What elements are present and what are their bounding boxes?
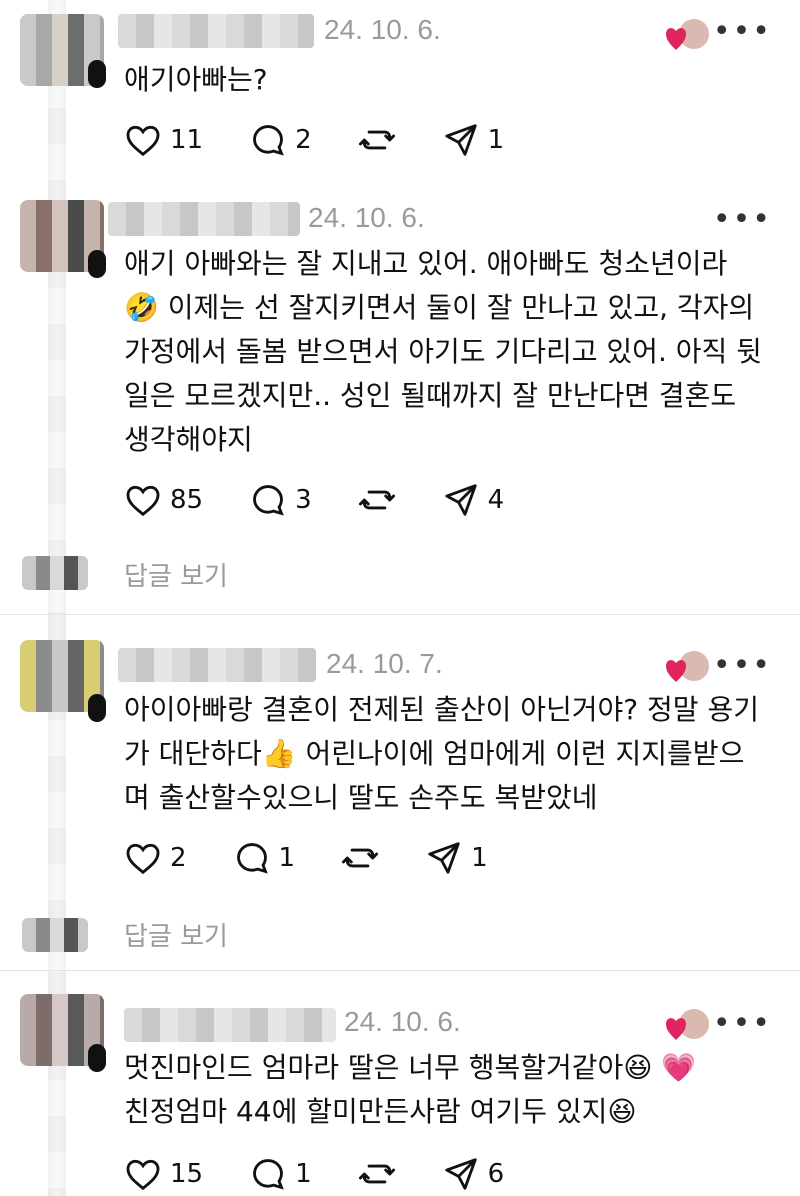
comment-2: 24. 10. 6. ••• 애기 아빠와는 잘 지내고 있어. 애아빠도 청소…	[0, 190, 800, 610]
username[interactable]	[118, 14, 314, 48]
action-row: 85 3 4	[124, 480, 504, 520]
username[interactable]	[124, 1008, 336, 1042]
comment-1: 24. 10. 6. ••• 애기아빠는? 11 2 1	[0, 0, 800, 190]
share-button[interactable]: 1	[425, 839, 488, 877]
like-button[interactable]: 11	[124, 121, 203, 159]
more-icon[interactable]: •••	[713, 1006, 772, 1041]
comment-text: 애기아빠는?	[124, 63, 268, 96]
comment-text: 멋진마인드 엄마라 딸은 너무 행복할거같아😆 💗 친정엄마 44에 할미만든사…	[124, 1051, 697, 1128]
author-heart-icon	[666, 649, 711, 683]
repost-button[interactable]	[358, 121, 396, 159]
share-button[interactable]: 1	[442, 121, 505, 159]
avatar-badge	[88, 60, 106, 88]
heart-icon	[126, 125, 160, 157]
comment-text: 애기 아빠와는 잘 지내고 있어. 애아빠도 청소년이라 🤣 이제는 선 잘지키…	[124, 247, 762, 456]
repost-button[interactable]	[341, 839, 379, 877]
share-count: 6	[487, 1159, 505, 1189]
share-icon	[444, 124, 477, 156]
like-count: 15	[170, 1159, 204, 1189]
repost-icon	[342, 848, 379, 868]
divider	[0, 614, 800, 615]
timestamp: 24. 10. 6.	[344, 1006, 461, 1037]
share-count: 1	[471, 843, 488, 873]
comment-icon	[253, 1159, 284, 1190]
liked-by-author-badge	[664, 1006, 712, 1046]
action-row: 15 1 6	[124, 1154, 504, 1194]
avatar-badge	[88, 250, 106, 278]
like-count: 11	[170, 125, 204, 155]
comment-4: 24. 10. 6. ••• 멋진마인드 엄마라 딸은 너무 행복할거같아😆 💗…	[0, 984, 800, 1196]
view-replies-link[interactable]: 답글 보기	[124, 916, 228, 953]
author-heart-icon	[666, 17, 711, 51]
reply-button[interactable]: 1	[249, 1155, 312, 1193]
reply-button[interactable]: 2	[249, 121, 312, 159]
comment-icon	[253, 125, 284, 156]
author-heart-icon	[666, 1007, 711, 1041]
more-icon[interactable]: •••	[713, 202, 772, 237]
like-button[interactable]: 2	[124, 839, 187, 877]
view-replies-link[interactable]: 답글 보기	[124, 556, 228, 593]
heart-icon	[126, 1159, 160, 1191]
share-button[interactable]: 4	[442, 481, 505, 519]
share-count: 1	[487, 125, 505, 155]
reply-button[interactable]: 3	[249, 481, 312, 519]
timestamp: 24. 10. 6.	[324, 14, 441, 45]
more-icon[interactable]: •••	[713, 648, 772, 683]
timestamp: 24. 10. 6.	[308, 202, 425, 233]
share-count: 4	[487, 485, 505, 515]
action-row: 2 1 1	[124, 838, 488, 878]
reply-count: 1	[295, 1159, 312, 1189]
divider	[0, 970, 800, 971]
username[interactable]	[118, 648, 316, 682]
avatar-badge	[88, 1044, 106, 1072]
like-button[interactable]: 15	[124, 1155, 203, 1193]
comment-icon	[253, 485, 284, 516]
more-icon[interactable]: •••	[713, 14, 772, 49]
reply-count: 2	[295, 125, 312, 155]
comment-text: 아이아빠랑 결혼이 전제된 출산이 아닌거야? 정말 용기 가 대단하다👍 어린…	[124, 693, 759, 814]
repost-button[interactable]	[358, 481, 396, 519]
avatar-badge	[88, 694, 106, 722]
like-count: 85	[170, 485, 204, 515]
like-button[interactable]: 85	[124, 481, 203, 519]
reply-count: 3	[295, 485, 312, 515]
timestamp: 24. 10. 7.	[326, 648, 443, 679]
comment-icon	[236, 843, 268, 874]
reply-count: 1	[278, 843, 296, 873]
reply-avatar-stack	[22, 556, 88, 590]
repost-icon	[358, 490, 395, 510]
share-button[interactable]: 6	[442, 1155, 505, 1193]
repost-icon	[358, 130, 395, 150]
repost-button[interactable]	[358, 1155, 396, 1193]
liked-by-author-badge	[664, 648, 712, 688]
username[interactable]	[108, 202, 300, 236]
comment-3: 24. 10. 7. ••• 아이아빠랑 결혼이 전제된 출산이 아닌거야? 정…	[0, 628, 800, 968]
action-row: 11 2 1	[124, 120, 504, 160]
share-icon	[444, 484, 477, 516]
share-icon	[444, 1158, 477, 1190]
share-icon	[428, 842, 460, 874]
reply-avatar-stack	[22, 918, 88, 952]
heart-icon	[126, 485, 160, 517]
like-count: 2	[170, 843, 187, 873]
liked-by-author-badge	[664, 16, 712, 56]
reply-button[interactable]: 1	[233, 839, 296, 877]
repost-icon	[358, 1164, 395, 1184]
heart-icon	[126, 843, 160, 875]
